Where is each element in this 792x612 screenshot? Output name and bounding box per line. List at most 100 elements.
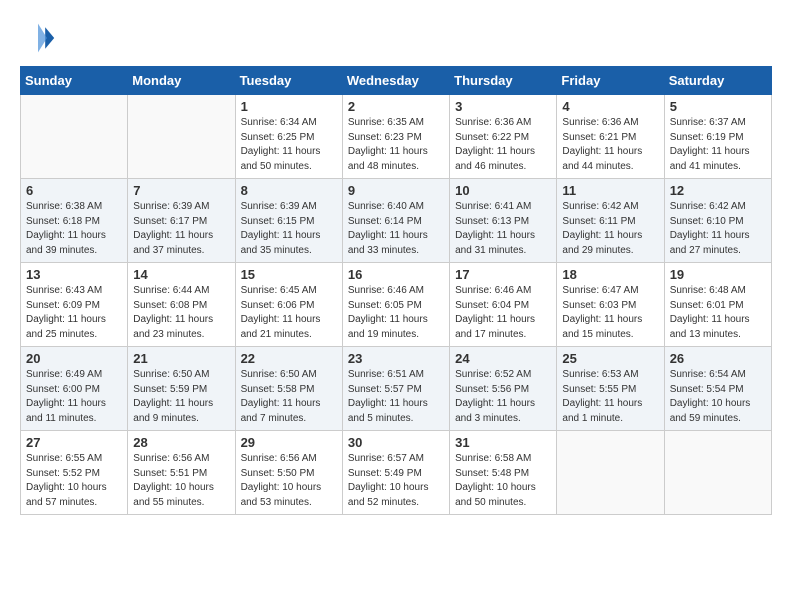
day-number: 22 bbox=[241, 351, 337, 366]
day-number: 4 bbox=[562, 99, 658, 114]
calendar-cell: 25 Sunrise: 6:53 AM Sunset: 5:55 PM Dayli… bbox=[557, 347, 664, 431]
cell-content: Sunrise: 6:38 AM Sunset: 6:18 PM Dayligh… bbox=[26, 200, 122, 258]
calendar-cell: 28 Sunrise: 6:56 AM Sunset: 5:51 PM Dayli… bbox=[128, 431, 235, 515]
calendar-cell: 20 Sunrise: 6:49 AM Sunset: 6:00 PM Dayli… bbox=[21, 347, 128, 431]
calendar-cell: 16 Sunrise: 6:46 AM Sunset: 6:05 PM Dayli… bbox=[342, 263, 449, 347]
day-number: 7 bbox=[133, 183, 229, 198]
calendar-cell bbox=[664, 431, 771, 515]
day-number: 17 bbox=[455, 267, 551, 282]
day-number: 12 bbox=[670, 183, 766, 198]
cell-content: Sunrise: 6:46 AM Sunset: 6:04 PM Dayligh… bbox=[455, 284, 551, 342]
day-number: 23 bbox=[348, 351, 444, 366]
day-number: 9 bbox=[348, 183, 444, 198]
cell-content: Sunrise: 6:46 AM Sunset: 6:05 PM Dayligh… bbox=[348, 284, 444, 342]
logo-icon bbox=[20, 20, 56, 56]
cell-content: Sunrise: 6:54 AM Sunset: 5:54 PM Dayligh… bbox=[670, 368, 766, 426]
day-number: 27 bbox=[26, 435, 122, 450]
col-header-monday: Monday bbox=[128, 67, 235, 95]
calendar-table: SundayMondayTuesdayWednesdayThursdayFrid… bbox=[20, 66, 772, 515]
cell-content: Sunrise: 6:35 AM Sunset: 6:23 PM Dayligh… bbox=[348, 116, 444, 174]
calendar-cell: 7 Sunrise: 6:39 AM Sunset: 6:17 PM Daylig… bbox=[128, 179, 235, 263]
calendar-cell: 23Sunrise: 6:51 AM Sunset: 5:57 PM Dayli… bbox=[342, 347, 449, 431]
calendar-cell: 9 Sunrise: 6:40 AM Sunset: 6:14 PM Daylig… bbox=[342, 179, 449, 263]
cell-content: Sunrise: 6:36 AM Sunset: 6:21 PM Dayligh… bbox=[562, 116, 658, 174]
cell-content: Sunrise: 6:53 AM Sunset: 5:55 PM Dayligh… bbox=[562, 368, 658, 426]
calendar-cell: 8Sunrise: 6:39 AM Sunset: 6:15 PM Daylig… bbox=[235, 179, 342, 263]
day-number: 29 bbox=[241, 435, 337, 450]
day-number: 20 bbox=[26, 351, 122, 366]
calendar-cell: 24 Sunrise: 6:52 AM Sunset: 5:56 PM Dayli… bbox=[450, 347, 557, 431]
cell-content: Sunrise: 6:56 AM Sunset: 5:51 PM Dayligh… bbox=[133, 452, 229, 510]
cell-content: Sunrise: 6:39 AM Sunset: 6:15 PM Dayligh… bbox=[241, 200, 337, 258]
col-header-thursday: Thursday bbox=[450, 67, 557, 95]
calendar-week-2: 6 Sunrise: 6:38 AM Sunset: 6:18 PM Daylig… bbox=[21, 179, 772, 263]
cell-content: Sunrise: 6:52 AM Sunset: 5:56 PM Dayligh… bbox=[455, 368, 551, 426]
calendar-cell: 11Sunrise: 6:42 AM Sunset: 6:11 PM Dayli… bbox=[557, 179, 664, 263]
day-number: 3 bbox=[455, 99, 551, 114]
calendar-week-4: 20 Sunrise: 6:49 AM Sunset: 6:00 PM Dayli… bbox=[21, 347, 772, 431]
calendar-cell: 6 Sunrise: 6:38 AM Sunset: 6:18 PM Daylig… bbox=[21, 179, 128, 263]
day-number: 31 bbox=[455, 435, 551, 450]
day-number: 26 bbox=[670, 351, 766, 366]
col-header-friday: Friday bbox=[557, 67, 664, 95]
day-number: 28 bbox=[133, 435, 229, 450]
cell-content: Sunrise: 6:36 AM Sunset: 6:22 PM Dayligh… bbox=[455, 116, 551, 174]
page-header bbox=[20, 20, 772, 56]
calendar-cell: 22 Sunrise: 6:50 AM Sunset: 5:58 PM Dayli… bbox=[235, 347, 342, 431]
day-number: 11 bbox=[562, 183, 658, 198]
cell-content: Sunrise: 6:55 AM Sunset: 5:52 PM Dayligh… bbox=[26, 452, 122, 510]
calendar-cell: 27 Sunrise: 6:55 AM Sunset: 5:52 PM Dayli… bbox=[21, 431, 128, 515]
col-header-saturday: Saturday bbox=[664, 67, 771, 95]
cell-content: Sunrise: 6:48 AM Sunset: 6:01 PM Dayligh… bbox=[670, 284, 766, 342]
calendar-cell: 2 Sunrise: 6:35 AM Sunset: 6:23 PM Daylig… bbox=[342, 95, 449, 179]
day-number: 19 bbox=[670, 267, 766, 282]
cell-content: Sunrise: 6:37 AM Sunset: 6:19 PM Dayligh… bbox=[670, 116, 766, 174]
day-number: 6 bbox=[26, 183, 122, 198]
day-number: 30 bbox=[348, 435, 444, 450]
calendar-cell: 5 Sunrise: 6:37 AM Sunset: 6:19 PM Daylig… bbox=[664, 95, 771, 179]
cell-content: Sunrise: 6:50 AM Sunset: 5:59 PM Dayligh… bbox=[133, 368, 229, 426]
cell-content: Sunrise: 6:39 AM Sunset: 6:17 PM Dayligh… bbox=[133, 200, 229, 258]
calendar-cell bbox=[557, 431, 664, 515]
calendar-cell: 1Sunrise: 6:34 AM Sunset: 6:25 PM Daylig… bbox=[235, 95, 342, 179]
calendar-week-3: 13Sunrise: 6:43 AM Sunset: 6:09 PM Dayli… bbox=[21, 263, 772, 347]
cell-content: Sunrise: 6:45 AM Sunset: 6:06 PM Dayligh… bbox=[241, 284, 337, 342]
day-number: 18 bbox=[562, 267, 658, 282]
calendar-cell: 12Sunrise: 6:42 AM Sunset: 6:10 PM Dayli… bbox=[664, 179, 771, 263]
calendar-cell: 21 Sunrise: 6:50 AM Sunset: 5:59 PM Dayli… bbox=[128, 347, 235, 431]
calendar-cell: 26 Sunrise: 6:54 AM Sunset: 5:54 PM Dayli… bbox=[664, 347, 771, 431]
calendar-cell: 17 Sunrise: 6:46 AM Sunset: 6:04 PM Dayli… bbox=[450, 263, 557, 347]
cell-content: Sunrise: 6:50 AM Sunset: 5:58 PM Dayligh… bbox=[241, 368, 337, 426]
calendar-cell bbox=[128, 95, 235, 179]
day-number: 5 bbox=[670, 99, 766, 114]
cell-content: Sunrise: 6:57 AM Sunset: 5:49 PM Dayligh… bbox=[348, 452, 444, 510]
cell-content: Sunrise: 6:56 AM Sunset: 5:50 PM Dayligh… bbox=[241, 452, 337, 510]
calendar-cell: 18 Sunrise: 6:47 AM Sunset: 6:03 PM Dayli… bbox=[557, 263, 664, 347]
day-number: 16 bbox=[348, 267, 444, 282]
day-number: 2 bbox=[348, 99, 444, 114]
calendar-header-row: SundayMondayTuesdayWednesdayThursdayFrid… bbox=[21, 67, 772, 95]
cell-content: Sunrise: 6:44 AM Sunset: 6:08 PM Dayligh… bbox=[133, 284, 229, 342]
logo bbox=[20, 20, 60, 56]
col-header-wednesday: Wednesday bbox=[342, 67, 449, 95]
calendar-cell: 19 Sunrise: 6:48 AM Sunset: 6:01 PM Dayli… bbox=[664, 263, 771, 347]
day-number: 10 bbox=[455, 183, 551, 198]
calendar-cell: 15 Sunrise: 6:45 AM Sunset: 6:06 PM Dayli… bbox=[235, 263, 342, 347]
cell-content: Sunrise: 6:34 AM Sunset: 6:25 PM Dayligh… bbox=[241, 116, 337, 174]
calendar-cell: 4 Sunrise: 6:36 AM Sunset: 6:21 PM Daylig… bbox=[557, 95, 664, 179]
calendar-cell: 14 Sunrise: 6:44 AM Sunset: 6:08 PM Dayli… bbox=[128, 263, 235, 347]
day-number: 25 bbox=[562, 351, 658, 366]
cell-content: Sunrise: 6:47 AM Sunset: 6:03 PM Dayligh… bbox=[562, 284, 658, 342]
calendar-cell: 29 Sunrise: 6:56 AM Sunset: 5:50 PM Dayli… bbox=[235, 431, 342, 515]
day-number: 14 bbox=[133, 267, 229, 282]
calendar-cell: 31Sunrise: 6:58 AM Sunset: 5:48 PM Dayli… bbox=[450, 431, 557, 515]
day-number: 24 bbox=[455, 351, 551, 366]
day-number: 15 bbox=[241, 267, 337, 282]
calendar-week-5: 27 Sunrise: 6:55 AM Sunset: 5:52 PM Dayli… bbox=[21, 431, 772, 515]
cell-content: Sunrise: 6:49 AM Sunset: 6:00 PM Dayligh… bbox=[26, 368, 122, 426]
calendar-week-1: 1Sunrise: 6:34 AM Sunset: 6:25 PM Daylig… bbox=[21, 95, 772, 179]
cell-content: Sunrise: 6:40 AM Sunset: 6:14 PM Dayligh… bbox=[348, 200, 444, 258]
day-number: 21 bbox=[133, 351, 229, 366]
cell-content: Sunrise: 6:43 AM Sunset: 6:09 PM Dayligh… bbox=[26, 284, 122, 342]
calendar-cell bbox=[21, 95, 128, 179]
